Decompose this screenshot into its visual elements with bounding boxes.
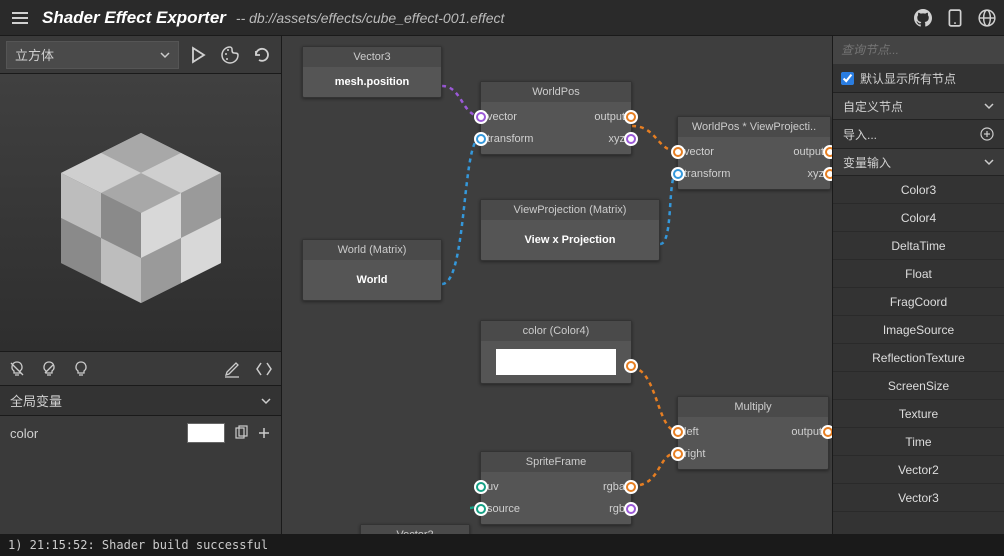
node-type-item[interactable]: ReflectionTexture: [833, 344, 1004, 372]
shape-dropdown[interactable]: 立方体: [6, 41, 179, 69]
menu-icon[interactable]: [8, 8, 32, 28]
node-title: WorldPos * ViewProjecti..: [678, 117, 830, 137]
var-input-header[interactable]: 变量输入: [833, 148, 1004, 176]
node-title: SpriteFrame: [481, 452, 631, 472]
device-icon[interactable]: [946, 9, 964, 27]
node-world[interactable]: World (Matrix) World: [302, 239, 442, 301]
node-title: Vector2: [361, 525, 469, 534]
chevron-down-icon: [160, 50, 170, 60]
node-type-item[interactable]: Color3: [833, 176, 1004, 204]
preview-viewport[interactable]: [0, 74, 281, 352]
node-type-item[interactable]: Texture: [833, 400, 1004, 428]
undo-button[interactable]: [249, 42, 275, 68]
node-worldpos-viewproj[interactable]: WorldPos * ViewProjecti.. vectoroutput t…: [677, 116, 831, 190]
globals-header[interactable]: 全局变量: [0, 386, 281, 416]
file-path: -- db://assets/effects/cube_effect-001.e…: [236, 10, 504, 26]
edit-shape-icon[interactable]: [223, 360, 241, 378]
node-multiply[interactable]: Multiply leftoutput right: [677, 396, 829, 470]
chevron-down-icon: [261, 396, 271, 406]
node-vector2[interactable]: Vector2: [360, 524, 470, 534]
bulb-half-icon[interactable]: [40, 360, 58, 378]
node-type-item[interactable]: Vector2: [833, 456, 1004, 484]
custom-nodes-header[interactable]: 自定义节点: [833, 92, 1004, 120]
import-row[interactable]: 导入...: [833, 120, 1004, 148]
node-type-item[interactable]: Float: [833, 260, 1004, 288]
node-type-item[interactable]: Time: [833, 428, 1004, 456]
github-icon[interactable]: [914, 9, 932, 27]
node-spriteframe[interactable]: SpriteFrame uvrgba sourcergb: [480, 451, 632, 525]
node-title: ViewProjection (Matrix): [481, 200, 659, 220]
globe-icon[interactable]: [978, 9, 996, 27]
expand-icon[interactable]: [255, 360, 273, 378]
node-title: Vector3: [303, 47, 441, 67]
prop-label: color: [10, 426, 38, 441]
color-preview[interactable]: [496, 349, 616, 375]
right-panel: 默认显示所有节点 自定义节点 导入... 变量输入 Color3Color4De…: [832, 36, 1004, 534]
node-color[interactable]: color (Color4): [480, 320, 632, 384]
node-viewprojection[interactable]: ViewProjection (Matrix) View x Projectio…: [480, 199, 660, 261]
node-canvas[interactable]: Vector3 mesh.position WorldPos vectorout…: [282, 36, 832, 534]
node-type-item[interactable]: DeltaTime: [833, 232, 1004, 260]
color-property-row: color: [0, 416, 281, 450]
palette-button[interactable]: [217, 42, 243, 68]
node-type-item[interactable]: FragCoord: [833, 288, 1004, 316]
app-title: Shader Effect Exporter: [42, 8, 226, 28]
shape-value: 立方体: [15, 45, 54, 64]
node-type-item[interactable]: Vector3: [833, 484, 1004, 512]
status-text: 1) 21:15:52: Shader build successful: [8, 538, 268, 552]
left-panel: 立方体: [0, 36, 282, 534]
show-all-checkbox[interactable]: [841, 72, 854, 85]
node-title: WorldPos: [481, 82, 631, 102]
node-title: Multiply: [678, 397, 828, 417]
node-type-item[interactable]: ScreenSize: [833, 372, 1004, 400]
node-value: mesh.position: [303, 71, 441, 93]
node-value: View x Projection: [481, 224, 659, 256]
top-bar: Shader Effect Exporter -- db://assets/ef…: [0, 0, 1004, 36]
bulb-off-icon[interactable]: [8, 360, 26, 378]
chevron-down-icon: [984, 157, 994, 167]
node-vector3[interactable]: Vector3 mesh.position: [302, 46, 442, 98]
copy-icon[interactable]: [233, 425, 249, 441]
search-input[interactable]: [833, 36, 1004, 64]
node-title: World (Matrix): [303, 240, 441, 260]
chevron-down-icon: [984, 101, 994, 111]
show-all-row[interactable]: 默认显示所有节点: [833, 64, 1004, 92]
status-bar: 1) 21:15:52: Shader build successful: [0, 534, 1004, 556]
play-button[interactable]: [185, 42, 211, 68]
color-swatch[interactable]: [187, 423, 225, 443]
add-icon[interactable]: [980, 127, 994, 141]
node-type-item[interactable]: ImageSource: [833, 316, 1004, 344]
add-icon[interactable]: [257, 426, 271, 440]
node-type-item[interactable]: Color4: [833, 204, 1004, 232]
node-title: color (Color4): [481, 321, 631, 341]
node-value: World: [303, 264, 441, 296]
node-worldpos[interactable]: WorldPos vectoroutput transformxyz: [480, 81, 632, 155]
bulb-on-icon[interactable]: [72, 360, 90, 378]
